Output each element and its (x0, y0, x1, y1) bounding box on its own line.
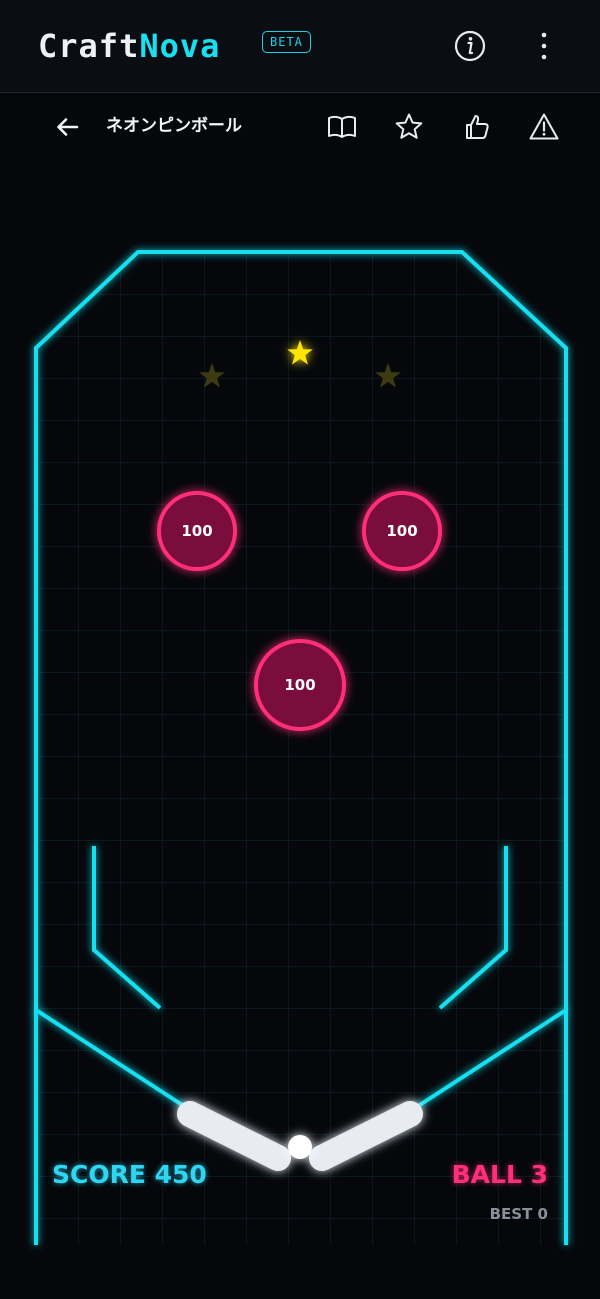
ball-count-display: BALL 3 (451, 1160, 548, 1189)
brand-logo[interactable]: CraftNova (38, 24, 220, 68)
warning-icon[interactable] (527, 110, 561, 144)
bumper-right-label: 100 (386, 522, 417, 540)
app-root: CraftNova BETA ネオンピンボール 100 100 100 SCOR… (0, 0, 600, 1299)
more-vertical-icon[interactable] (524, 26, 564, 66)
brand-name-part2: Nova (139, 27, 221, 65)
game-title: ネオンピンボール (106, 116, 242, 136)
top-bar: CraftNova BETA (0, 0, 600, 93)
best-score-display: BEST 0 (489, 1205, 548, 1223)
bumper-center-label: 100 (284, 676, 315, 694)
pinball-canvas[interactable]: 100 100 100 (0, 161, 600, 1299)
bumper-center: 100 (254, 639, 346, 731)
thumbs-up-icon[interactable] (460, 110, 494, 144)
score-display: SCORE 450 (52, 1160, 207, 1189)
bumper-right: 100 (362, 491, 442, 571)
bumper-left-label: 100 (181, 522, 212, 540)
board-grid (36, 252, 566, 1245)
game-board[interactable]: 100 100 100 (0, 161, 600, 1299)
pinball-ball (288, 1135, 312, 1159)
info-icon[interactable] (450, 26, 490, 66)
bumper-left: 100 (157, 491, 237, 571)
brand-name-part1: Craft (38, 27, 140, 65)
book-icon[interactable] (325, 110, 359, 144)
beta-badge: BETA (262, 31, 311, 53)
back-arrow-icon[interactable] (52, 111, 84, 143)
star-icon[interactable] (392, 110, 426, 144)
game-nav-bar: ネオンピンボール (0, 93, 600, 161)
